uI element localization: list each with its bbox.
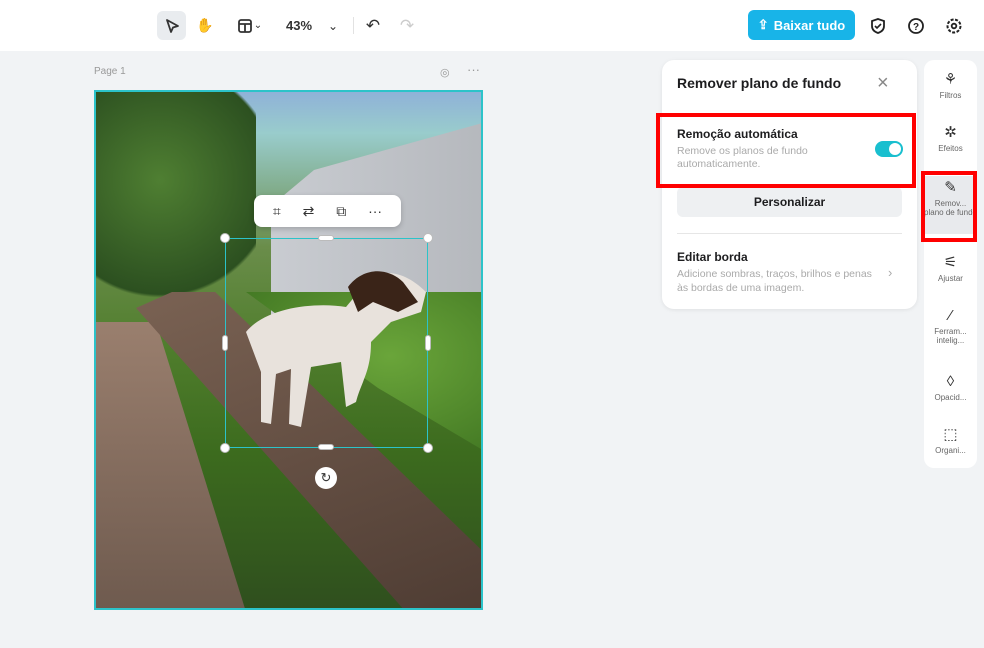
arrange-icon: ⬚ — [943, 426, 958, 443]
download-icon: ⇪ — [757, 17, 769, 32]
resize-handle[interactable] — [425, 335, 431, 351]
undo-icon: ↶ — [365, 15, 381, 35]
hand-tool-button[interactable]: ✋ — [192, 11, 218, 40]
right-tool-sidebar: ⚘ Filtros ✲ Efeitos ✎ Remov... plano de fun… — [924, 60, 977, 468]
shield-button[interactable] — [866, 11, 890, 40]
chevron-right-icon[interactable]: › — [888, 265, 892, 280]
resize-handle[interactable] — [423, 443, 433, 453]
shield-icon — [871, 17, 885, 34]
crop-icon[interactable]: ⌗ — [273, 203, 281, 220]
download-label: Baixar tudo — [773, 17, 846, 33]
sidebar-item-smart-tools[interactable]: ⁄ Ferram... intelig... — [924, 307, 977, 346]
comment-icon[interactable]: ◎ — [440, 66, 450, 79]
resize-handle[interactable] — [318, 444, 334, 450]
help-icon: ? — [908, 17, 924, 34]
zoom-level[interactable]: 43% — [282, 11, 316, 40]
duplicate-icon[interactable]: ⧉ — [336, 203, 346, 220]
toolbar-divider — [353, 17, 354, 34]
smart-tools-icon: ⁄ — [949, 307, 952, 324]
image-context-toolbar: ⌗ ⇄ ⧉ ··· — [254, 195, 401, 227]
customize-button[interactable]: Personalizar — [677, 187, 902, 217]
replace-icon[interactable]: ⇄ — [303, 203, 315, 220]
filters-icon: ⚘ — [943, 71, 958, 88]
select-tool-button[interactable] — [157, 11, 186, 40]
chevron-down-icon: ⌄ — [253, 20, 263, 31]
close-icon[interactable]: × — [877, 72, 889, 95]
settings-button[interactable] — [942, 11, 966, 40]
adjust-icon: ⚟ — [943, 254, 958, 271]
edit-edge-desc: Adicione sombras, traços, brilhos e pena… — [677, 268, 872, 294]
edit-edge-title[interactable]: Editar borda — [677, 250, 748, 264]
effects-icon: ✲ — [944, 124, 957, 141]
hand-icon: ✋ — [196, 17, 214, 33]
sidebar-item-opacity[interactable]: ◊ Opacid... — [924, 373, 977, 403]
resize-handle[interactable] — [222, 335, 228, 351]
more-icon[interactable]: ··· — [368, 203, 382, 219]
opacity-icon: ◊ — [946, 373, 955, 390]
sidebar-item-arrange[interactable]: ⬚ Organi... — [924, 426, 977, 456]
layout-menu-button[interactable]: ⌄ — [230, 11, 268, 40]
sidebar-item-filters[interactable]: ⚘ Filtros — [924, 71, 977, 101]
highlight-box — [921, 171, 977, 242]
resize-handle[interactable] — [220, 443, 230, 453]
resize-handle[interactable] — [220, 233, 230, 243]
download-all-button[interactable]: ⇪ Baixar tudo — [748, 10, 855, 40]
resize-handle[interactable] — [423, 233, 433, 243]
selection-box[interactable] — [225, 238, 428, 448]
more-options-icon[interactable]: ··· — [467, 62, 480, 77]
divider — [677, 233, 902, 234]
page-label: Page 1 — [94, 66, 126, 77]
highlight-box — [656, 113, 916, 188]
redo-icon: ↷ — [399, 15, 415, 35]
redo-button[interactable]: ↷ — [396, 11, 418, 40]
zoom-chevron-down-icon[interactable]: ⌄ — [324, 11, 342, 40]
pointer-icon — [165, 18, 179, 33]
sidebar-item-adjust[interactable]: ⚟ Ajustar — [924, 254, 977, 284]
undo-button[interactable]: ↶ — [362, 11, 384, 40]
rotate-handle[interactable]: ↻ — [315, 467, 337, 489]
rotate-icon: ↻ — [320, 470, 332, 485]
layout-icon — [237, 18, 252, 33]
panel-title: Remover plano de fundo — [677, 75, 842, 91]
sidebar-item-effects[interactable]: ✲ Efeitos — [924, 124, 977, 154]
gear-icon — [946, 18, 962, 33]
resize-handle[interactable] — [318, 235, 334, 241]
top-toolbar: ✋ ⌄ 43% ⌄ ↶ ↷ ⇪ Baixar tudo ? — [0, 0, 984, 51]
svg-text:?: ? — [913, 22, 919, 33]
help-button[interactable]: ? — [904, 11, 928, 40]
